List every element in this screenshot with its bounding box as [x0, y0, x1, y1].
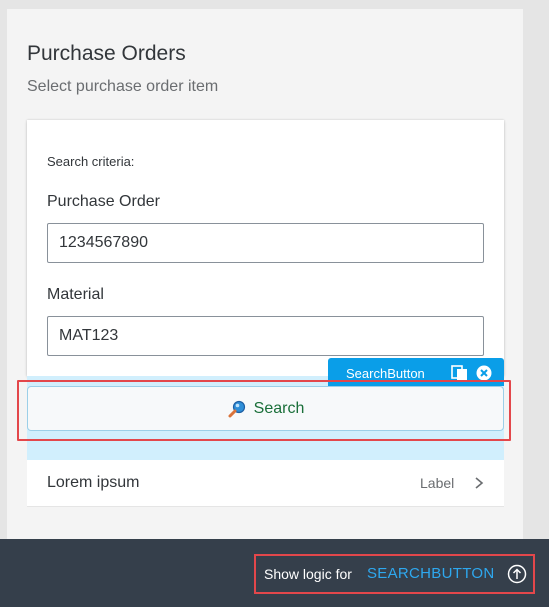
search-criteria-card: Search criteria: Purchase Order Material [27, 120, 504, 376]
show-logic-label: Show logic for [264, 566, 352, 582]
page-subtitle: Select purchase order item [27, 78, 219, 95]
purchase-order-input[interactable] [47, 223, 484, 263]
material-input[interactable] [47, 316, 484, 356]
arrow-up-circle-icon [507, 564, 527, 584]
footer-bar: Show logic for SEARCHBUTTON [0, 539, 549, 607]
logic-target-name: SEARCHBUTTON [367, 565, 495, 582]
chevron-right-icon [475, 477, 484, 489]
purchase-order-label: Purchase Order [47, 193, 160, 210]
list-item-title: Lorem ipsum [47, 474, 140, 491]
selection-tag-label: SearchButton [346, 366, 425, 381]
show-logic-button[interactable]: Show logic for SEARCHBUTTON [254, 554, 535, 594]
close-icon[interactable] [476, 365, 492, 381]
selected-element-outline [17, 380, 511, 441]
page-title: Purchase Orders [27, 42, 186, 65]
list-item[interactable]: Lorem ipsum Label [27, 460, 504, 507]
list-item-label: Label [420, 475, 455, 491]
main-panel: Purchase Orders Select purchase order it… [7, 9, 523, 549]
material-label: Material [47, 286, 104, 303]
search-criteria-label: Search criteria: [47, 154, 135, 169]
copy-icon[interactable] [451, 365, 469, 381]
